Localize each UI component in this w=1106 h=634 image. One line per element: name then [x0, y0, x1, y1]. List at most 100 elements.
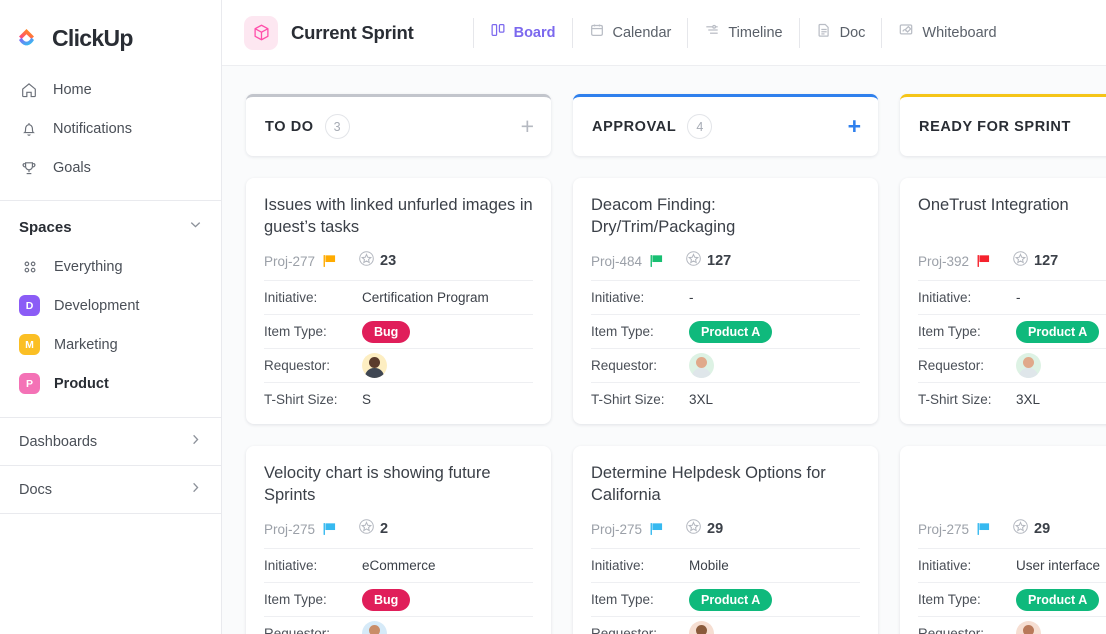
priority-flag-icon[interactable]	[650, 522, 663, 536]
column-header[interactable]: APPROVAL 4 +	[573, 94, 878, 156]
field-label: Initiative:	[264, 290, 318, 305]
sprint-points: 23	[358, 250, 396, 272]
sidebar-divider-bottom	[0, 513, 221, 514]
field-value: 3XL	[689, 392, 714, 407]
home-icon	[19, 80, 38, 99]
field-label: Requestor:	[591, 358, 658, 373]
field-label: T-Shirt Size:	[264, 392, 338, 407]
sprint-points: 2	[358, 518, 388, 540]
status-badge[interactable]: Bug	[362, 588, 411, 611]
avatar[interactable]	[1016, 621, 1041, 634]
field-value: Certification Program	[362, 290, 489, 305]
field-value: Mobile	[689, 558, 729, 573]
sidebar-item-docs[interactable]: Docs	[0, 465, 221, 513]
status-badge[interactable]: Bug	[362, 320, 411, 343]
tab-label: Calendar	[612, 24, 672, 41]
avatar[interactable]	[689, 353, 714, 378]
task-card[interactable]: Deacom Finding: Dry/Trim/Packaging Proj-4…	[573, 178, 878, 424]
field-label: Item Type:	[591, 324, 654, 339]
tab-whiteboard[interactable]: Whiteboard	[881, 17, 1012, 48]
status-badge[interactable]: Product A	[689, 588, 773, 611]
avatar[interactable]	[362, 353, 387, 378]
task-card[interactable]: OneTrust Integration Proj-392 127 Initiativ…	[900, 178, 1106, 424]
task-field-row: Initiative: -	[591, 280, 860, 314]
priority-flag-icon[interactable]	[323, 254, 336, 268]
task-field-row: Requestor:	[918, 348, 1106, 382]
column-header[interactable]: TO DO 3 +	[246, 94, 551, 156]
sidebar-item-development[interactable]: D Development	[0, 286, 221, 325]
chevron-right-icon	[188, 432, 203, 452]
status-badge[interactable]: Product A	[689, 320, 773, 343]
sidebar-footer: Dashboards Docs	[0, 417, 221, 514]
task-meta: Proj-275 29	[918, 518, 1106, 540]
tab-timeline[interactable]: Timeline	[687, 17, 798, 48]
task-meta: Proj-277 23	[264, 250, 533, 272]
column-card-list: Deacom Finding: Dry/Trim/Packaging Proj-4…	[573, 178, 878, 634]
add-task-button[interactable]: +	[521, 115, 534, 138]
spaces-title: Spaces	[19, 218, 72, 236]
priority-flag-icon[interactable]	[977, 522, 990, 536]
star-icon	[1012, 518, 1029, 540]
field-label: Requestor:	[591, 626, 658, 634]
field-label: Item Type:	[264, 324, 327, 339]
sidebar-item-label: Product	[54, 375, 109, 392]
sidebar-item-label: Home	[53, 81, 92, 98]
task-field-row: T-Shirt Size: 3XL	[918, 382, 1106, 416]
task-field-row: Initiative: Certification Program	[264, 280, 533, 314]
status-badge[interactable]: Product A	[1016, 320, 1100, 343]
sidebar-item-notifications[interactable]: Notifications	[0, 109, 221, 148]
priority-flag-icon[interactable]	[977, 254, 990, 268]
status-badge[interactable]: Product A	[1016, 588, 1100, 611]
tab-doc[interactable]: Doc	[798, 17, 882, 48]
grid-dots-icon	[19, 256, 40, 277]
board-column: APPROVAL 4 + Deacom Finding: Dry/Trim/Packa…	[573, 94, 878, 634]
sidebar-item-product[interactable]: P Product	[0, 364, 221, 403]
task-title: Deacom Finding: Dry/Trim/Packaging	[591, 196, 736, 237]
add-task-button[interactable]: +	[848, 115, 861, 138]
sidebar-item-home[interactable]: Home	[0, 70, 221, 109]
avatar[interactable]	[362, 621, 387, 634]
task-field-row: Requestor:	[264, 348, 533, 382]
column-header[interactable]: READY FOR SPRINT	[900, 94, 1106, 156]
avatar[interactable]	[689, 621, 714, 634]
priority-flag-icon[interactable]	[650, 254, 663, 268]
timeline-icon	[704, 22, 720, 43]
star-icon	[685, 518, 702, 540]
sidebar-item-goals[interactable]: Goals	[0, 148, 221, 187]
tab-calendar[interactable]: Calendar	[571, 17, 688, 48]
task-card[interactable]: Determine Helpdesk Options for Californi…	[573, 446, 878, 634]
tab-board[interactable]: Board	[472, 17, 572, 48]
column-name: TO DO	[265, 118, 314, 135]
sidebar-item-dashboards[interactable]: Dashboards	[0, 417, 221, 465]
sidebar-item-marketing[interactable]: M Marketing	[0, 325, 221, 364]
sidebar-item-label: Notifications	[53, 120, 132, 137]
tab-label: Whiteboard	[922, 24, 997, 41]
whiteboard-icon	[898, 22, 914, 43]
sidebar-item-label: Goals	[53, 159, 91, 176]
task-field-row: Item Type: Product A	[591, 582, 860, 616]
priority-flag-icon[interactable]	[323, 522, 336, 536]
points-value: 23	[380, 253, 397, 269]
star-icon	[358, 250, 375, 272]
sidebar-item-everything[interactable]: Everything	[0, 247, 221, 286]
tab-label: Doc	[839, 24, 866, 41]
field-label: Item Type:	[591, 592, 654, 607]
task-id: Proj-275	[918, 521, 970, 537]
task-field-row: Item Type: Product A	[918, 582, 1106, 616]
chevron-down-icon[interactable]	[188, 217, 203, 237]
task-card[interactable]: Proj-275 29 Initiative: User interface Item …	[900, 446, 1106, 634]
field-label: Item Type:	[264, 592, 327, 607]
star-icon	[358, 518, 375, 540]
task-field-row: T-Shirt Size: S	[264, 382, 533, 416]
main-area: Current Sprint Board Calendar Timeline D…	[222, 0, 1106, 634]
clickup-logo-icon	[17, 25, 43, 51]
task-card[interactable]: Issues with linked unfurled images in gu…	[246, 178, 551, 424]
spaces-header[interactable]: Spaces	[0, 201, 221, 247]
brand-logo[interactable]: ClickUp	[0, 0, 221, 56]
sprint-points: 127	[1012, 250, 1058, 272]
avatar[interactable]	[1016, 353, 1041, 378]
sidebar-item-label: Marketing	[54, 336, 118, 353]
task-card[interactable]: Velocity chart is showing future Sprints…	[246, 446, 551, 634]
bell-icon	[19, 119, 38, 138]
task-id: Proj-275	[264, 521, 316, 537]
